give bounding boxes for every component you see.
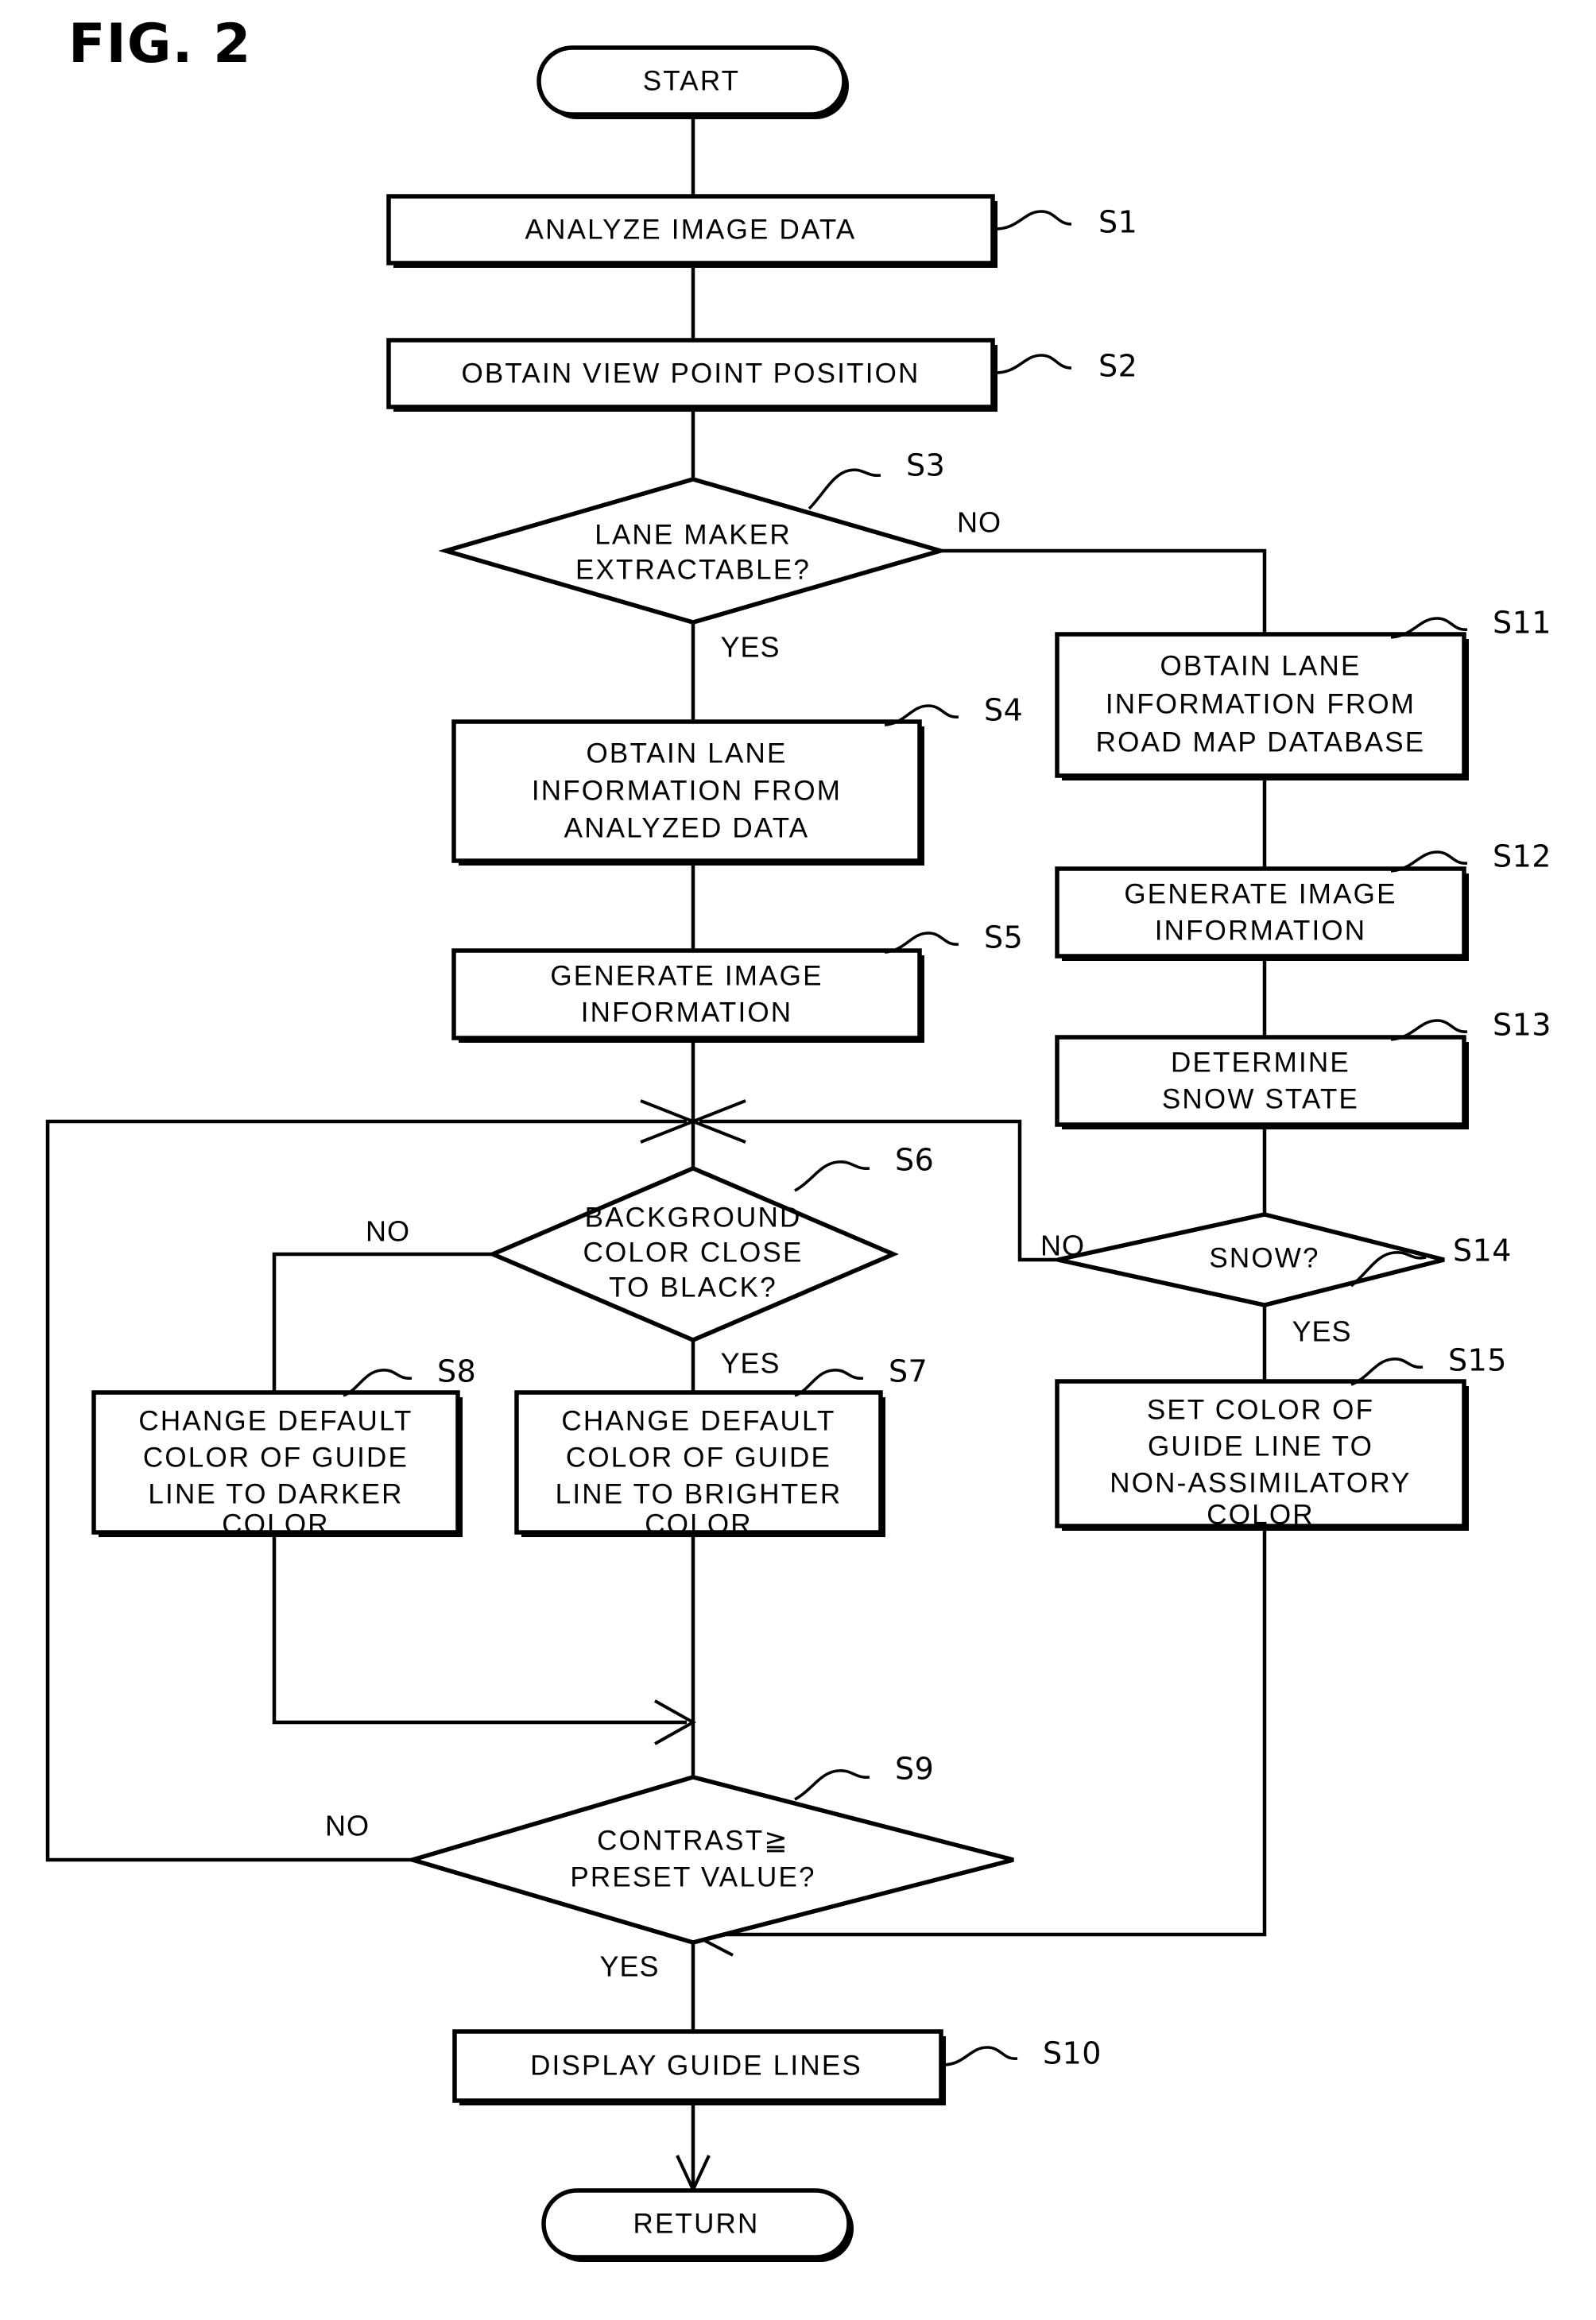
node-s3-line1: LANE MAKER (595, 519, 792, 550)
node-s5-line2: INFORMATION (581, 997, 793, 1028)
node-s5[interactable]: GENERATE IMAGE INFORMATION (451, 948, 924, 1043)
node-s6[interactable]: BACKGROUND COLOR CLOSE TO BLACK? (487, 1166, 899, 1342)
step-label-s8-text: S8 (437, 1354, 476, 1389)
node-s4-line2: INFORMATION FROM (532, 775, 842, 806)
step-label-s10: S10 (942, 2036, 1102, 2071)
node-s10-label: DISPLAY GUIDE LINES (530, 2050, 862, 2081)
branch-label-s3-no: NO (957, 506, 1001, 539)
node-s12-line2: INFORMATION (1155, 915, 1367, 946)
step-label-s2-text: S2 (1098, 349, 1137, 384)
branch-label-s14-no: NO (1040, 1230, 1085, 1262)
node-s12[interactable]: GENERATE IMAGE INFORMATION (1055, 866, 1469, 961)
step-label-s9: S9 (794, 1752, 934, 1801)
node-s15[interactable]: SET COLOR OF GUIDE LINE TO NON-ASSIMILAT… (1055, 1379, 1469, 1531)
step-label-s6: S6 (794, 1143, 934, 1192)
node-s7[interactable]: CHANGE DEFAULT COLOR OF GUIDE LINE TO BR… (514, 1390, 885, 1540)
step-label-s5-text: S5 (984, 920, 1023, 955)
node-return[interactable]: RETURN (541, 2188, 854, 2262)
node-s15-line2: GUIDE LINE TO (1148, 1431, 1373, 1462)
node-return-label: RETURN (633, 2208, 759, 2239)
node-s3-line2: EXTRACTABLE? (575, 554, 811, 585)
node-s11[interactable]: OBTAIN LANE INFORMATION FROM ROAD MAP DA… (1055, 632, 1469, 780)
node-s6-line3: TO BLACK? (609, 1272, 777, 1303)
node-s2[interactable]: OBTAIN VIEW POINT POSITION (386, 338, 998, 412)
step-label-s6-text: S6 (895, 1143, 934, 1178)
node-s5-line1: GENERATE IMAGE (550, 960, 823, 991)
step-label-s3-text: S3 (906, 448, 945, 483)
node-s7-line3: LINE TO BRIGHTER (556, 1478, 843, 1509)
node-s4-line3: ANALYZED DATA (564, 812, 810, 843)
branch-label-s3-yes: YES (720, 631, 780, 664)
node-s11-line2: INFORMATION FROM (1106, 688, 1416, 719)
node-s11-line3: ROAD MAP DATABASE (1096, 726, 1426, 757)
node-s8[interactable]: CHANGE DEFAULT COLOR OF GUIDE LINE TO DA… (91, 1390, 463, 1540)
step-label-s2: S2 (994, 349, 1137, 384)
node-s1-label: ANALYZE IMAGE DATA (525, 214, 857, 245)
branch-label-s6-no: NO (366, 1215, 410, 1248)
node-s7-line2: COLOR OF GUIDE (566, 1442, 831, 1473)
step-label-s7: S7 (794, 1354, 928, 1397)
node-s11-line1: OBTAIN LANE (1160, 650, 1361, 681)
step-label-s4-text: S4 (984, 693, 1023, 728)
branch-label-s14-yes: YES (1292, 1315, 1351, 1348)
node-s13[interactable]: DETERMINE SNOW STATE (1055, 1035, 1469, 1129)
branch-label-s9-yes: YES (599, 1950, 659, 1983)
node-start[interactable]: START (537, 45, 849, 119)
node-s9-line1: CONTRAST≧ (597, 1825, 789, 1856)
node-s7-line1: CHANGE DEFAULT (561, 1405, 835, 1436)
step-label-s15: S15 (1350, 1343, 1507, 1386)
node-s9[interactable]: CONTRAST≧ PRESET VALUE? (405, 1775, 1014, 1945)
step-label-s10-text: S10 (1043, 2036, 1102, 2071)
node-s4-line1: OBTAIN LANE (586, 738, 787, 769)
node-s7-line4: COLOR (645, 1509, 752, 1540)
node-s4[interactable]: OBTAIN LANE INFORMATION FROM ANALYZED DA… (451, 719, 924, 866)
branch-label-s6-yes: YES (720, 1347, 780, 1380)
node-s10[interactable]: DISPLAY GUIDE LINES (452, 2029, 946, 2105)
step-label-s9-text: S9 (895, 1752, 934, 1787)
node-s3[interactable]: LANE MAKER EXTRACTABLE? (438, 477, 948, 625)
step-label-s13-text: S13 (1493, 1008, 1551, 1043)
node-s8-line3: LINE TO DARKER (148, 1478, 403, 1509)
node-s15-line1: SET COLOR OF (1147, 1394, 1374, 1425)
step-label-s8: S8 (343, 1354, 476, 1397)
node-s13-line1: DETERMINE (1171, 1047, 1350, 1078)
node-s9-line2: PRESET VALUE? (570, 1861, 815, 1892)
step-label-s1-text: S1 (1098, 205, 1137, 240)
node-s14[interactable]: SNOW? (1057, 1212, 1445, 1307)
node-s6-line2: COLOR CLOSE (583, 1237, 803, 1268)
edge-s8-to-s9 (272, 1537, 687, 1725)
flowchart-canvas: START ANALYZE IMAGE DATA S1 OBTAIN VIEW … (45, 45, 1551, 2262)
node-s15-line4: COLOR (1207, 1499, 1314, 1530)
node-s14-line1: SNOW? (1209, 1242, 1319, 1273)
step-label-s1: S1 (994, 205, 1137, 240)
step-label-s7-text: S7 (889, 1354, 928, 1389)
node-s13-line2: SNOW STATE (1162, 1083, 1359, 1114)
branch-label-s9-no: NO (325, 1810, 370, 1842)
node-s8-line4: COLOR (222, 1509, 329, 1540)
step-label-s12-text: S12 (1493, 839, 1551, 874)
step-label-s15-text: S15 (1448, 1343, 1507, 1378)
edge-s3-no-to-s11 (940, 548, 1267, 634)
step-label-s11-text: S11 (1493, 606, 1551, 641)
node-s8-line1: CHANGE DEFAULT (138, 1405, 413, 1436)
node-s12-line1: GENERATE IMAGE (1124, 878, 1396, 909)
step-label-s3: S3 (808, 448, 945, 510)
node-s6-line1: BACKGROUND (585, 1202, 802, 1233)
node-s1[interactable]: ANALYZE IMAGE DATA (386, 194, 998, 268)
step-label-s14-text: S14 (1453, 1234, 1512, 1268)
node-s2-label: OBTAIN VIEW POINT POSITION (461, 358, 920, 389)
node-start-label: START (643, 65, 741, 96)
node-s8-line2: COLOR OF GUIDE (143, 1442, 409, 1473)
node-s15-line3: NON-ASSIMILATORY (1110, 1467, 1411, 1498)
